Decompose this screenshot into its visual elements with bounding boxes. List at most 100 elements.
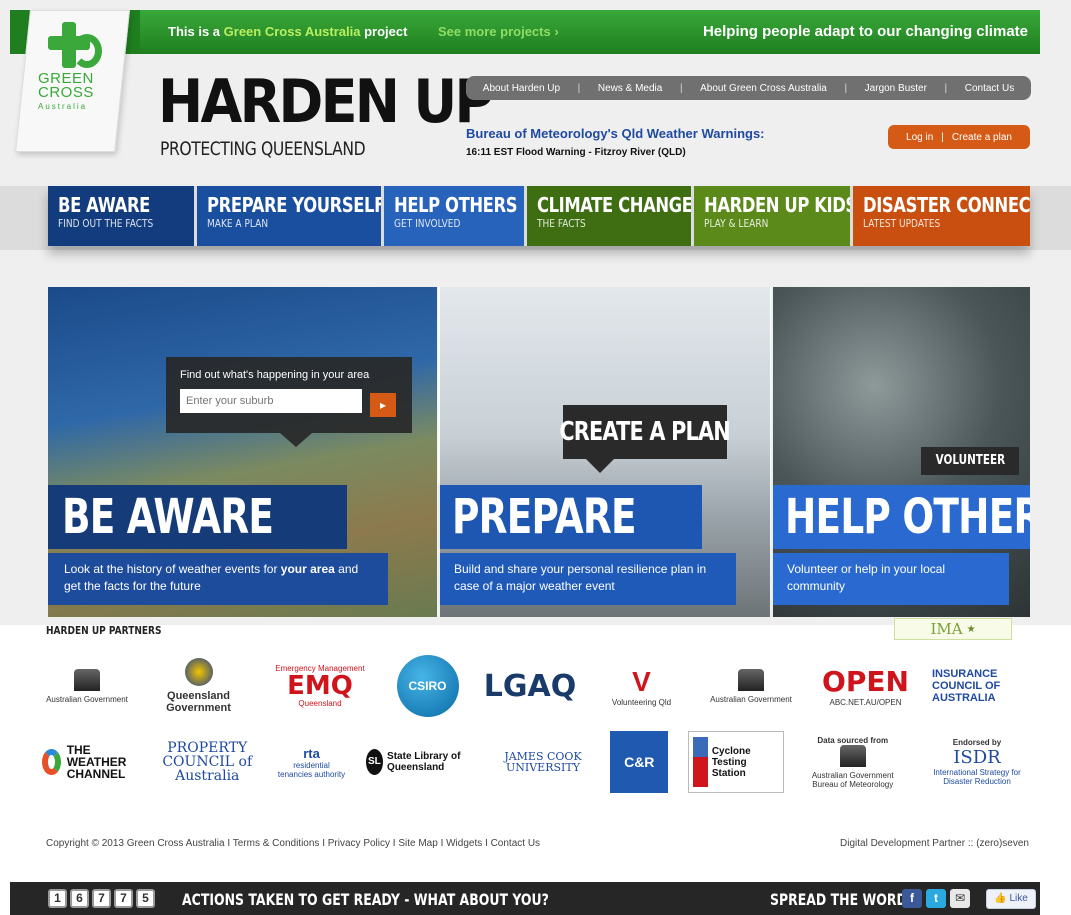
hero-desc-be-aware: Look at the history of weather events fo… — [48, 553, 388, 605]
create-plan-pointer — [586, 459, 614, 473]
partner-logo-abc-open[interactable]: OPEN ABC.NET.AU/OPEN — [821, 665, 911, 707]
partner-logo-ag-dccee[interactable]: Australian Government — [703, 668, 799, 704]
nav-tab-be-aware[interactable]: BE AWARE FIND OUT THE FACTS — [48, 186, 194, 246]
actions-bar: 1 6 7 7 5 ACTIONS TAKEN TO GET READY - W… — [10, 882, 1040, 915]
facebook-icon[interactable]: f — [902, 889, 922, 908]
hero-panel-be-aware[interactable]: Find out what's happening in your area ▸… — [48, 287, 438, 617]
nav-tab-harden-up-kids[interactable]: HARDEN UP KIDS PLAY & LEARN — [694, 186, 850, 246]
tagline: Helping people adapt to our changing cli… — [702, 23, 1028, 40]
partner-logo-property-council[interactable]: PROPERTY COUNCIL of Australia — [157, 741, 257, 783]
project-line: This is a Green Cross Australia project — [168, 24, 407, 39]
partner-logo-csiro[interactable]: CSIRO — [396, 655, 459, 717]
search-label: Find out what's happening in your area — [180, 369, 370, 381]
nav-tab-subtitle: PLAY & LEARN — [704, 217, 769, 230]
partner-logo-weather-channel[interactable]: THE WEATHER CHANNEL — [42, 744, 138, 780]
nav-tab-title: HARDEN UP KIDS — [704, 193, 850, 217]
site-subtitle: PROTECTING QUEENSLAND — [160, 138, 366, 160]
hero-title-be-aware: BE AWARE — [48, 485, 347, 549]
thumbs-up-icon: 👍 — [994, 893, 1007, 904]
partners-heading: HARDEN UP PARTNERS — [46, 624, 162, 637]
nav-tab-title: HELP OTHERS — [394, 193, 518, 217]
partner-logo-cyclone-testing[interactable]: Cyclone Testing Station — [687, 731, 784, 793]
state-library-icon: SL — [365, 749, 384, 775]
partners-row-2: THE WEATHER CHANNEL PROPERTY COUNCIL of … — [42, 722, 1032, 802]
qld-crest-icon — [184, 658, 213, 686]
util-link-about-green-cross[interactable]: About Green Cross Australia — [700, 83, 827, 94]
partner-logo-rta[interactable]: rta residential tenancies authority — [277, 746, 347, 779]
green-cross-logo[interactable]: GREEN CROSS Australia — [38, 22, 118, 111]
partner-logo-james-cook[interactable]: JAMES COOK UNIVERSITY — [495, 751, 591, 773]
create-plan-link[interactable]: Create a plan — [952, 132, 1012, 143]
suburb-search-box: Find out what's happening in your area ▸ — [166, 357, 412, 433]
site-title[interactable]: HARDEN UP — [158, 70, 494, 134]
hero-panel-prepare[interactable]: CREATE A PLAN PREPARE Build and share yo… — [438, 287, 771, 617]
actions-text[interactable]: ACTIONS TAKEN TO GET READY - WHAT ABOUT … — [182, 890, 549, 909]
dev-partner-link[interactable]: Digital Development Partner :: (zero)sev… — [840, 838, 1029, 849]
counter-digit: 1 — [48, 889, 67, 908]
main-nav: BE AWARE FIND OUT THE FACTS PREPARE YOUR… — [48, 186, 1030, 246]
search-go-button[interactable]: ▸ — [370, 393, 396, 417]
hero-panel-help-others[interactable]: VOLUNTEER HELP OTHERS Volunteer or help … — [771, 287, 1030, 617]
logo-text-australia: Australia — [38, 102, 88, 111]
copyright-links[interactable]: Copyright © 2013 Green Cross Australia I… — [46, 838, 540, 849]
weather-channel-icon — [42, 749, 61, 775]
util-link-jargon-buster[interactable]: Jargon Buster — [865, 83, 927, 94]
volunteering-v-icon: V — [632, 665, 651, 697]
green-cross-icon — [44, 22, 104, 72]
see-more-projects-link[interactable]: See more projects › — [438, 24, 559, 39]
hero-title-prepare: PREPARE — [438, 485, 702, 549]
volunteer-callout[interactable]: VOLUNTEER — [921, 447, 1019, 475]
actions-counter: 1 6 7 7 5 — [48, 889, 155, 908]
auth-pill: Log in | Create a plan — [888, 125, 1030, 149]
project-prefix: This is a — [168, 24, 221, 39]
create-plan-callout[interactable]: CREATE A PLAN — [560, 405, 731, 459]
partner-logo-ag-ema[interactable]: Australian Government — [42, 668, 132, 704]
twitter-icon[interactable]: t — [926, 889, 946, 908]
top-banner: This is a Green Cross Australia project … — [10, 10, 1040, 54]
partner-logo-cr[interactable]: C&R — [610, 731, 669, 793]
facebook-like-button[interactable]: 👍 Like — [986, 889, 1036, 909]
login-link[interactable]: Log in — [906, 132, 933, 143]
suburb-search-input[interactable] — [180, 389, 362, 413]
spread-the-word-label: SPREAD THE WORD — [770, 890, 907, 909]
partner-logo-insurance-council[interactable]: INSURANCE COUNCIL OF AUSTRALIA — [932, 668, 1032, 704]
hero-desc-help-others: Volunteer or help in your local communit… — [771, 553, 1009, 605]
partner-logo-volunteering-qld[interactable]: V Volunteering Qld — [602, 666, 682, 707]
utility-nav: About Harden Up | News & Media | About G… — [466, 76, 1031, 100]
nav-tab-prepare-yourself[interactable]: PREPARE YOURSELF MAKE A PLAN — [197, 186, 381, 246]
nav-tab-subtitle: GET INVOLVED — [394, 217, 461, 230]
nav-tab-subtitle: MAKE A PLAN — [207, 217, 269, 230]
hero-divider — [437, 287, 440, 617]
cyclone-testing-icon — [692, 737, 708, 787]
nav-tab-help-others[interactable]: HELP OTHERS GET INVOLVED — [384, 186, 524, 246]
partner-logo-state-library[interactable]: SL State Library of Queensland — [365, 749, 476, 775]
partner-logo-emq[interactable]: Emergency Management EMQ Queensland — [265, 664, 375, 708]
nav-tab-title: PREPARE YOURSELF — [207, 193, 381, 217]
nav-tab-title: BE AWARE — [58, 193, 150, 217]
logo-text-cross: CROSS — [38, 84, 94, 101]
util-link-news-media[interactable]: News & Media — [598, 83, 662, 94]
bom-warning-item[interactable]: 16:11 EST Flood Warning - Fitzroy River … — [466, 147, 686, 158]
share-icons: f t ✉ — [902, 889, 970, 908]
partner-logo-bom[interactable]: Data sourced from Australian Government … — [803, 736, 903, 789]
project-suffix: project — [364, 24, 408, 39]
hero-divider — [770, 287, 773, 617]
coat-of-arms-icon — [74, 668, 100, 691]
bom-warnings-title[interactable]: Bureau of Meteorology's Qld Weather Warn… — [466, 126, 765, 141]
partner-logo-qld-government[interactable]: Queensland Government — [154, 658, 244, 714]
coat-of-arms-icon — [738, 668, 764, 691]
ima-badge[interactable]: IMA ★ — [894, 618, 1012, 640]
util-link-contact-us[interactable]: Contact Us — [965, 83, 1014, 94]
nav-tab-climate-change[interactable]: CLIMATE CHANGE THE FACTS — [527, 186, 691, 246]
hero-title-help-others: HELP OTHERS — [771, 485, 1030, 549]
email-icon[interactable]: ✉ — [950, 889, 970, 908]
green-cross-link[interactable]: Green Cross Australia — [224, 24, 361, 39]
partner-logo-isdr[interactable]: Endorsed by ISDR International Strategy … — [922, 738, 1032, 786]
counter-digit: 6 — [70, 889, 89, 908]
nav-tab-disaster-connect[interactable]: DISASTER CONNECT LATEST UPDATES — [853, 186, 1030, 246]
partner-logo-lgaq[interactable]: LGAQ — [480, 669, 580, 704]
coat-of-arms-icon — [839, 744, 866, 767]
util-link-about-harden-up[interactable]: About Harden Up — [483, 83, 560, 94]
nav-tab-title: DISASTER CONNECT — [863, 193, 1030, 217]
nav-tab-subtitle: FIND OUT THE FACTS — [58, 217, 154, 230]
